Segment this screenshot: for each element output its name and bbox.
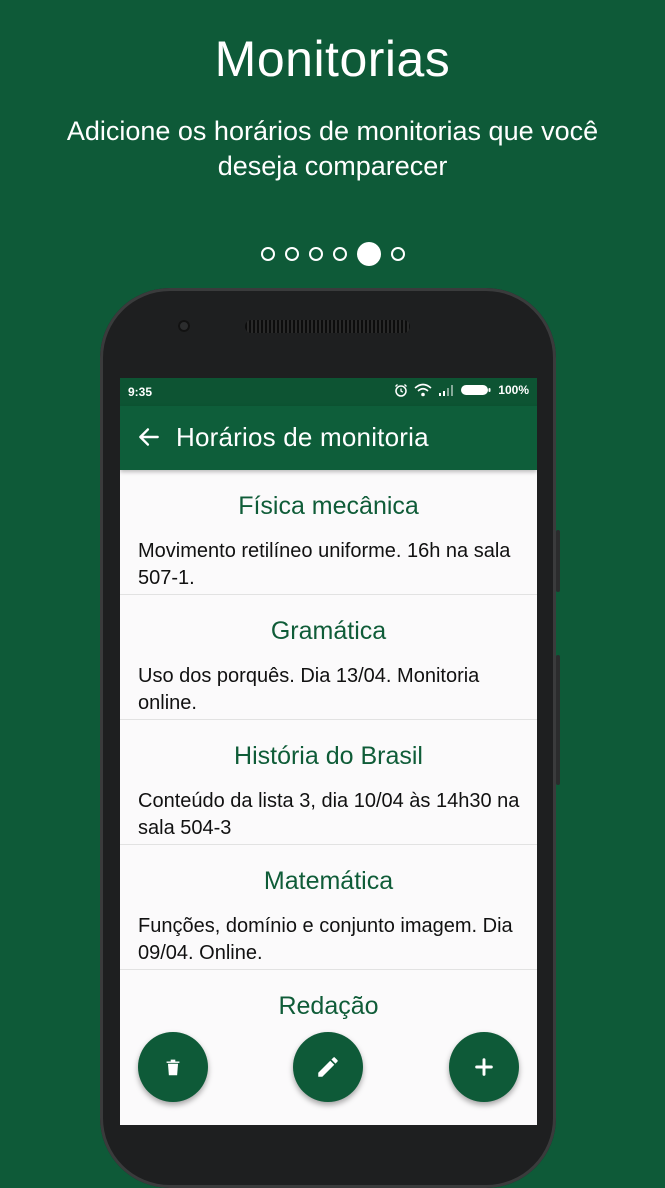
battery-icon bbox=[461, 385, 491, 395]
app-bar: Horários de monitoria bbox=[120, 406, 537, 470]
pager-dot-active[interactable] bbox=[356, 242, 381, 266]
wifi-icon bbox=[414, 383, 432, 397]
phone-screen: 9:35 100% Horários de monitoria Física m… bbox=[120, 378, 537, 1125]
pager-dot[interactable] bbox=[308, 247, 323, 261]
add-button[interactable] bbox=[449, 1032, 519, 1102]
signal-icon bbox=[439, 385, 454, 396]
battery-percentage: 100% bbox=[498, 383, 529, 397]
front-camera bbox=[178, 320, 190, 332]
item-description: Uso dos porquês. Dia 13/04. Monitoria on… bbox=[138, 665, 480, 714]
item-subject: Física mecânica bbox=[238, 492, 419, 520]
item-subject: Gramática bbox=[270, 617, 387, 645]
pager-dot[interactable] bbox=[260, 247, 275, 261]
power-button bbox=[556, 530, 560, 592]
page-title: Monitorias bbox=[214, 31, 451, 87]
list-item[interactable]: Gramática Uso dos porquês. Dia 13/04. Mo… bbox=[120, 595, 537, 720]
pager-dot[interactable] bbox=[332, 247, 347, 261]
pager-dot[interactable] bbox=[284, 247, 299, 261]
item-subject: Matemática bbox=[263, 867, 394, 895]
page-subtitle: Adicione os horários de monitorias que v… bbox=[66, 116, 599, 181]
pencil-icon bbox=[318, 1057, 338, 1077]
item-subject: Redação bbox=[278, 992, 379, 1020]
list-item[interactable]: Matemática Funções, domínio e conjunto i… bbox=[120, 845, 537, 970]
list-item[interactable]: História do Brasil Conteúdo da lista 3, … bbox=[120, 720, 537, 845]
alarm-icon bbox=[395, 384, 408, 397]
delete-button[interactable] bbox=[138, 1032, 208, 1102]
trash-icon bbox=[166, 1059, 180, 1076]
phone-speaker bbox=[245, 320, 410, 333]
plus-icon bbox=[475, 1058, 493, 1076]
app-bar-title: Horários de monitoria bbox=[176, 422, 429, 452]
item-description: Conteúdo da lista 3, dia 10/04 às 14h30 … bbox=[138, 790, 520, 839]
status-time: 9:35 bbox=[128, 385, 153, 399]
status-bar: 9:35 100% bbox=[120, 378, 537, 406]
edit-button[interactable] bbox=[293, 1032, 363, 1102]
pager-dot[interactable] bbox=[390, 247, 405, 261]
status-icons: 100% bbox=[394, 383, 529, 397]
list-item[interactable]: Física mecânica Movimento retilíneo unif… bbox=[120, 470, 537, 595]
volume-button bbox=[556, 655, 560, 785]
item-description: Funções, domínio e conjunto imagem. Dia … bbox=[138, 915, 513, 964]
item-description: Movimento retilíneo uniforme. 16h na sal… bbox=[138, 540, 511, 589]
item-subject: História do Brasil bbox=[234, 742, 423, 770]
tutoring-list: Física mecânica Movimento retilíneo unif… bbox=[120, 470, 537, 1094]
onboarding-pager-dots bbox=[0, 242, 665, 266]
arrow-back-icon[interactable] bbox=[136, 424, 162, 450]
